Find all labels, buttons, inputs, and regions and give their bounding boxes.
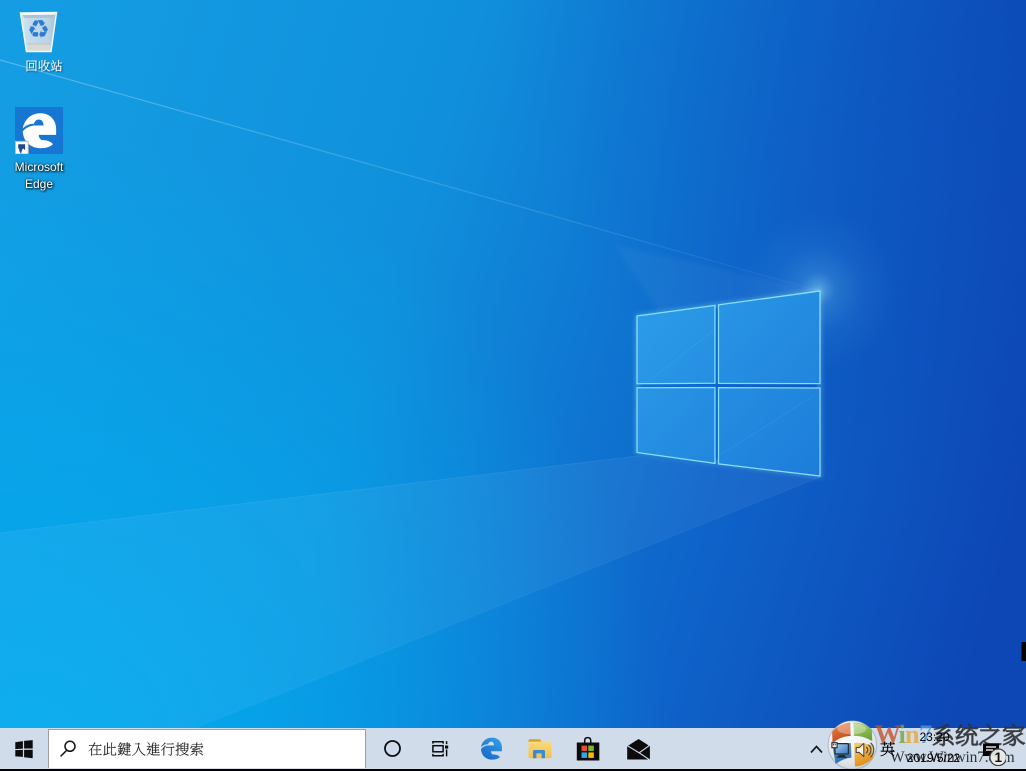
svg-text:1: 1 [994,750,1002,765]
